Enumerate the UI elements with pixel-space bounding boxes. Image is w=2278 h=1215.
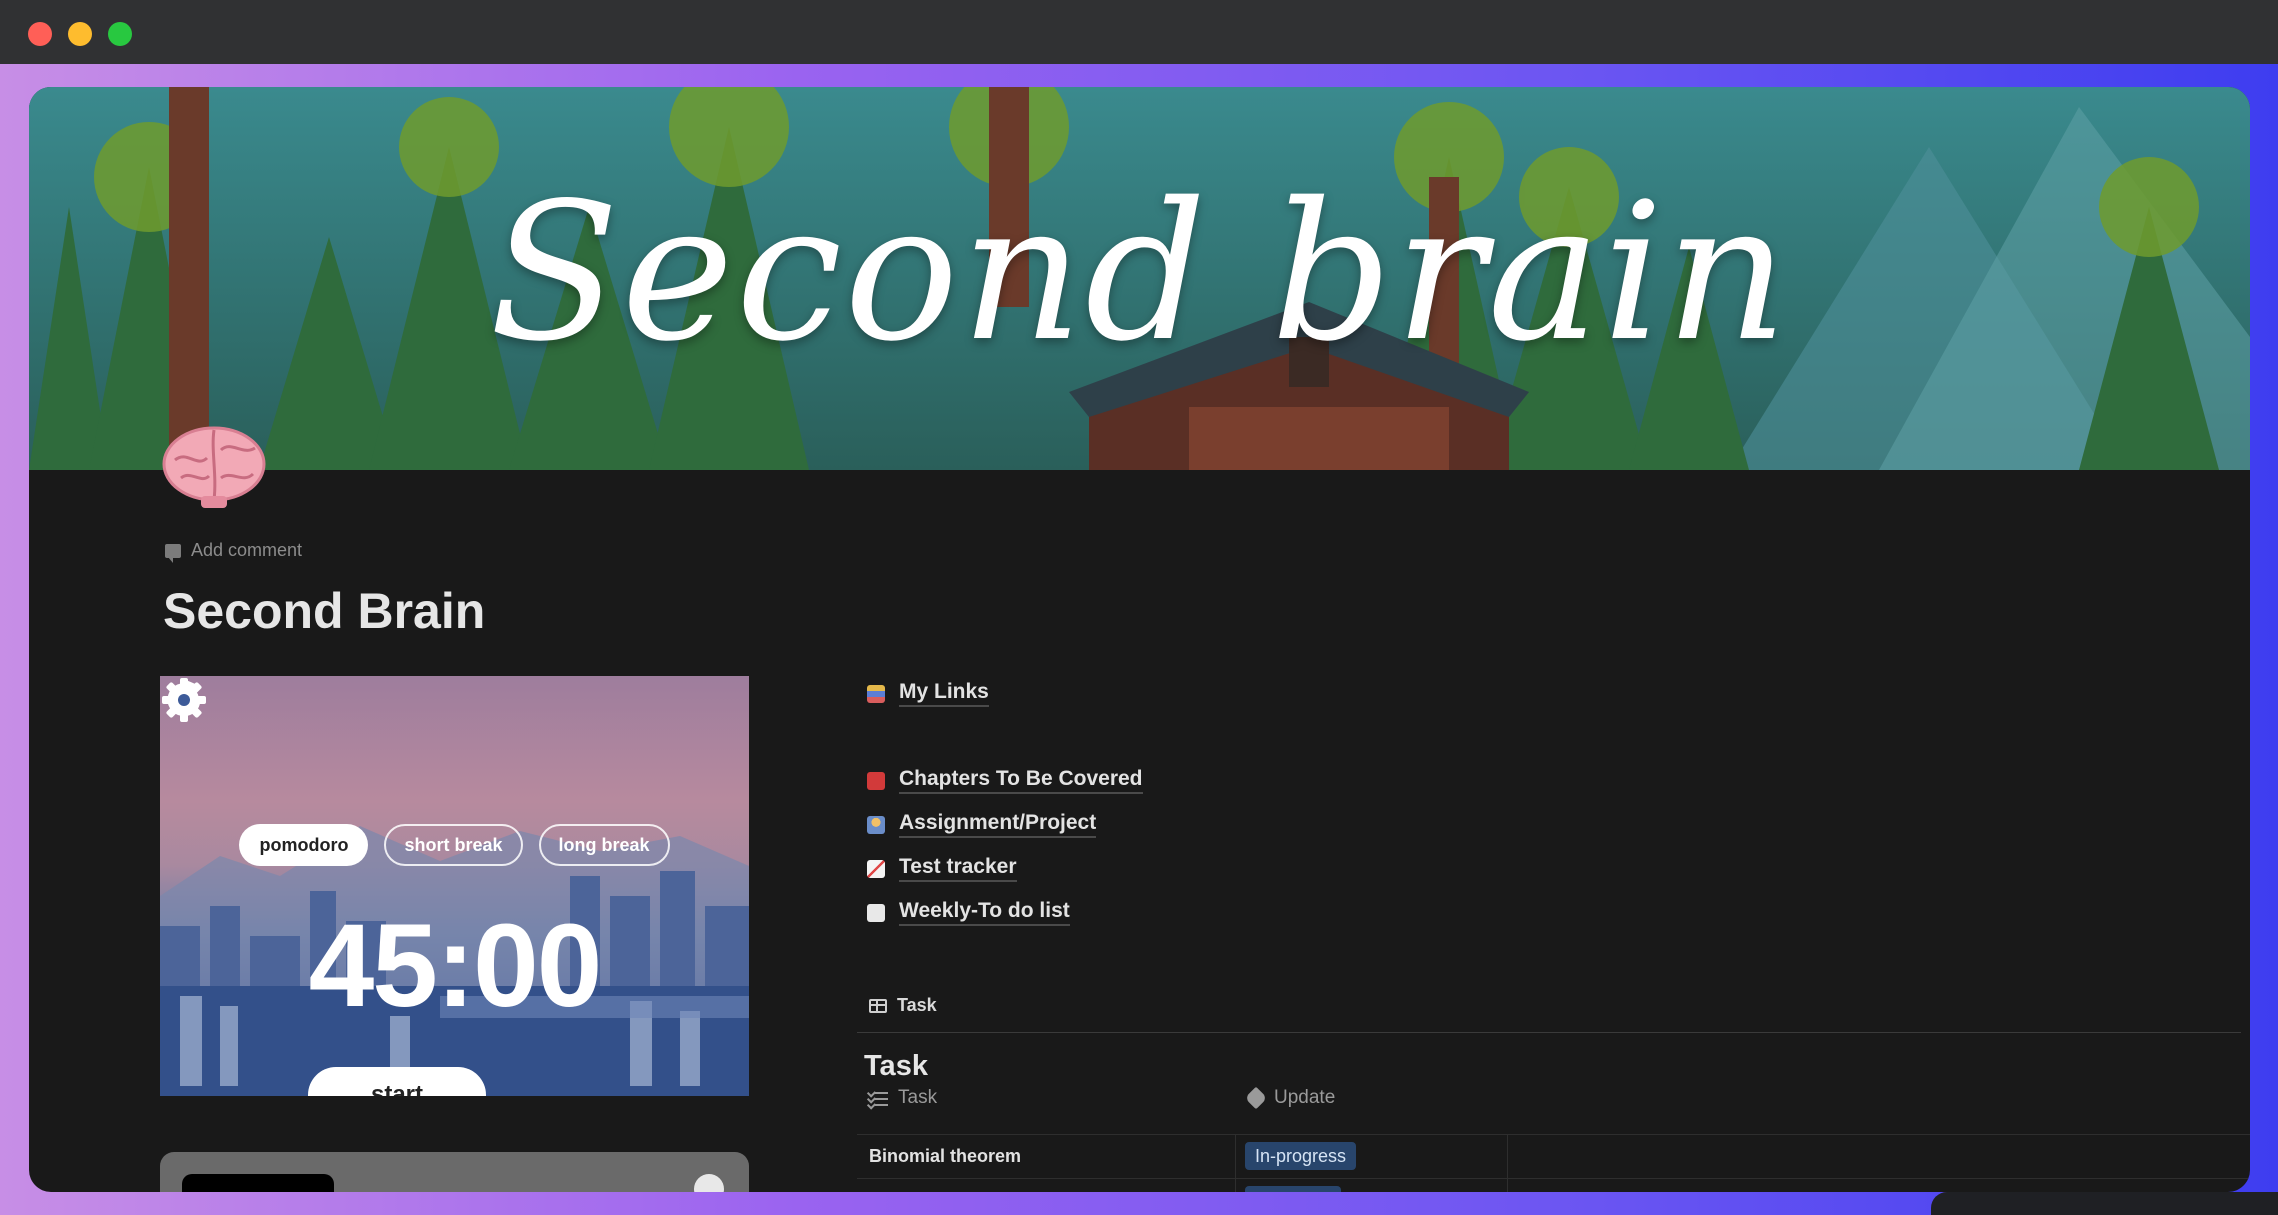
status-badge-partial[interactable] [1245,1186,1341,1192]
minimize-window-button[interactable] [68,22,92,46]
cover-image[interactable]: Second brain [29,87,2250,470]
link-label: Assignment/Project [899,811,1097,838]
comment-icon [165,543,181,563]
column-header-task[interactable]: Task [866,1087,938,1110]
link-test-tracker[interactable]: Test tracker [867,855,1017,882]
column-header-label: Update [1274,1087,1336,1108]
column-separator [1507,1134,1508,1192]
maximize-window-button[interactable] [108,22,132,46]
link-weekly-to-do-list[interactable]: Weekly-To do list [867,899,1070,926]
tab-pomodoro[interactable]: pomodoro [239,824,369,866]
status-badge[interactable]: In-progress [1245,1142,1357,1170]
tab-long-break[interactable]: long break [538,824,670,866]
table-row-task[interactable]: Binomial theorem [869,1146,1021,1167]
gear-icon[interactable] [160,676,208,724]
database-view-tab[interactable]: Task [869,995,937,1016]
window-titlebar [0,0,2278,64]
spotify-icon [694,1174,724,1192]
database-title[interactable]: Task [864,1050,928,1083]
link-label: Test tracker [899,855,1017,882]
link-assignment-project[interactable]: Assignment/Project [867,811,1097,838]
add-comment-button[interactable]: Add comment [165,540,303,563]
checklist-icon [866,1088,888,1110]
spotify-embed[interactable] [160,1152,749,1192]
database-view-label: Task [897,995,937,1015]
page-icon [867,903,885,922]
table-row-divider [857,1178,2250,1179]
album-art [182,1174,334,1192]
red-book-icon [867,771,885,790]
timer-countdown: 45:00 [308,900,603,1032]
column-header-label: Task [898,1087,938,1108]
brain-icon[interactable] [161,420,267,510]
column-header-update[interactable]: Update [1244,1086,1336,1110]
cover-title: Second brain [489,162,1790,383]
close-window-button[interactable] [28,22,52,46]
column-separator [1235,1134,1236,1192]
start-button[interactable]: start [308,1067,486,1096]
link-my-links[interactable]: My Links [867,680,989,707]
link-label: Weekly-To do list [899,899,1070,926]
notion-page: Second brain Add comment Second Brain po… [29,87,2250,1192]
add-comment-label: Add comment [191,540,303,560]
pomodoro-timer-widget: pomodoro short break long break 45:00 st… [160,676,749,1096]
link-label: My Links [899,680,989,707]
bottom-dock-tab [1931,1192,2278,1215]
student-icon [867,815,885,834]
table-row-divider [857,1134,2250,1135]
tag-icon [1244,1086,1268,1110]
database-divider [857,1032,2241,1033]
table-icon [869,998,887,1013]
chart-increasing-icon [867,859,885,878]
page-title[interactable]: Second Brain [163,582,485,640]
link-label: Chapters To Be Covered [899,767,1143,794]
timer-mode-tabs: pomodoro short break long break [160,824,749,866]
books-icon [867,684,885,703]
link-chapters-to-be-covered[interactable]: Chapters To Be Covered [867,767,1143,794]
tab-short-break[interactable]: short break [384,824,523,866]
